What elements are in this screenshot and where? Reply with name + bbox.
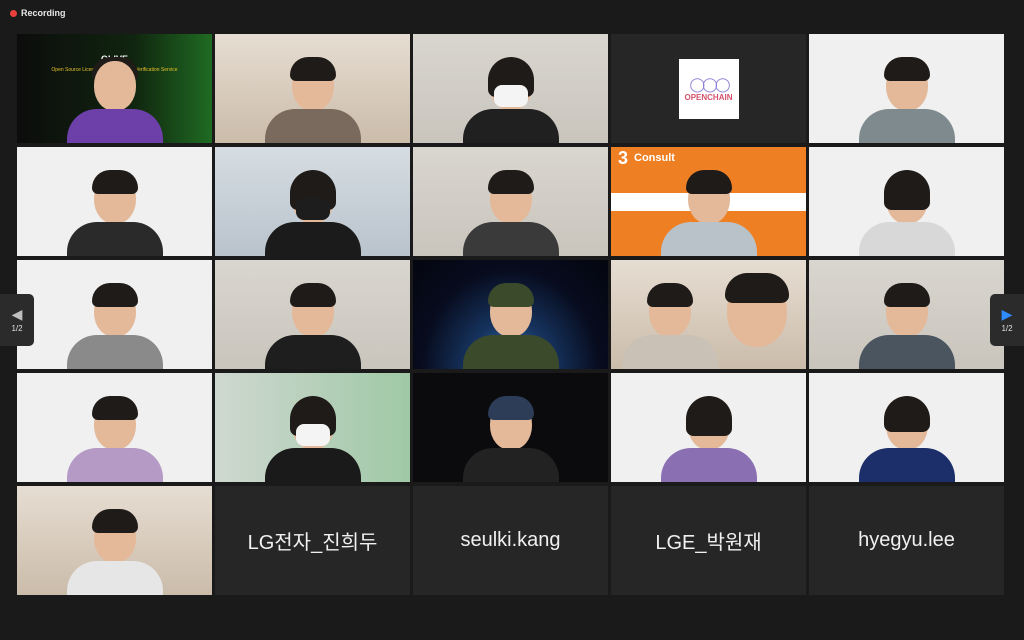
video-tile[interactable] [215,34,410,143]
openchain-logo: ◯◯◯ OPENCHAIN [678,58,739,119]
participant-video [413,147,608,256]
participant-video [611,260,806,369]
video-tile[interactable] [413,260,608,369]
consult-number: 3 [618,147,629,168]
name-tile[interactable]: hyegyu.lee [809,486,1004,595]
video-tile[interactable]: OLIVE Open Source License Identification… [17,34,212,143]
openchain-logo-text: OPENCHAIN [684,92,733,102]
video-tile[interactable] [809,34,1004,143]
video-tile[interactable] [215,373,410,482]
participant-name: LGE_박원재 [655,532,762,554]
recording-indicator[interactable]: Recording [10,7,66,19]
participant-video [17,260,212,369]
participant-video [809,373,1004,482]
recording-dot-icon [10,9,17,17]
participant-video [809,34,1004,143]
video-tile[interactable] [809,147,1004,256]
gallery-grid: OLIVE Open Source License Identification… [17,34,1007,598]
page-count: 1/2 [1001,324,1013,333]
video-tile[interactable] [413,147,608,256]
video-tile[interactable] [17,486,212,595]
participant-video [17,373,212,482]
participant-video [215,34,410,143]
participant-video [413,260,608,369]
active-speaker-tile[interactable] [611,260,806,369]
participant-video: OLIVE Open Source License Identification… [17,34,212,143]
video-tile[interactable] [215,260,410,369]
participant-video [215,373,410,482]
participant-name: hyegyu.lee [858,529,955,551]
video-tile[interactable] [17,260,212,369]
participant-video [17,147,212,256]
participant-video [215,147,410,256]
participant-video [809,147,1004,256]
prev-page-button[interactable]: ◀ 1/2 [0,294,34,346]
participant-name: LG전자_진희두 [247,532,378,554]
page-count: 1/2 [11,324,23,333]
video-tile[interactable]: ◯◯◯ OPENCHAIN [611,34,806,143]
consult-label: Consult [634,152,675,164]
video-tile[interactable] [17,147,212,256]
participant-video [611,373,806,482]
video-tile[interactable] [413,34,608,143]
video-tile[interactable] [611,373,806,482]
participant-video: 3 Consult [611,147,806,256]
chevron-left-icon: ◀ [11,306,23,322]
video-tile[interactable] [17,373,212,482]
openchain-rings-icon: ◯◯◯ [689,75,730,92]
participant-name: seulki.kang [460,529,561,551]
video-tile[interactable] [215,147,410,256]
video-tile[interactable] [809,373,1004,482]
participant-video [809,260,1004,369]
participant-video [413,373,608,482]
next-page-button[interactable]: ▶ 1/2 [990,294,1024,346]
video-tile[interactable] [809,260,1004,369]
video-tile[interactable]: 3 Consult [611,147,806,256]
participant-video [413,34,608,143]
name-tile[interactable]: LGE_박원재 [611,486,806,595]
name-tile[interactable]: LG전자_진희두 [215,486,410,595]
participant-video [17,486,212,595]
video-tile[interactable] [413,373,608,482]
name-tile[interactable]: seulki.kang [413,486,608,595]
participant-video [215,260,410,369]
recording-label: Recording [21,8,66,18]
chevron-right-icon: ▶ [1001,306,1013,322]
